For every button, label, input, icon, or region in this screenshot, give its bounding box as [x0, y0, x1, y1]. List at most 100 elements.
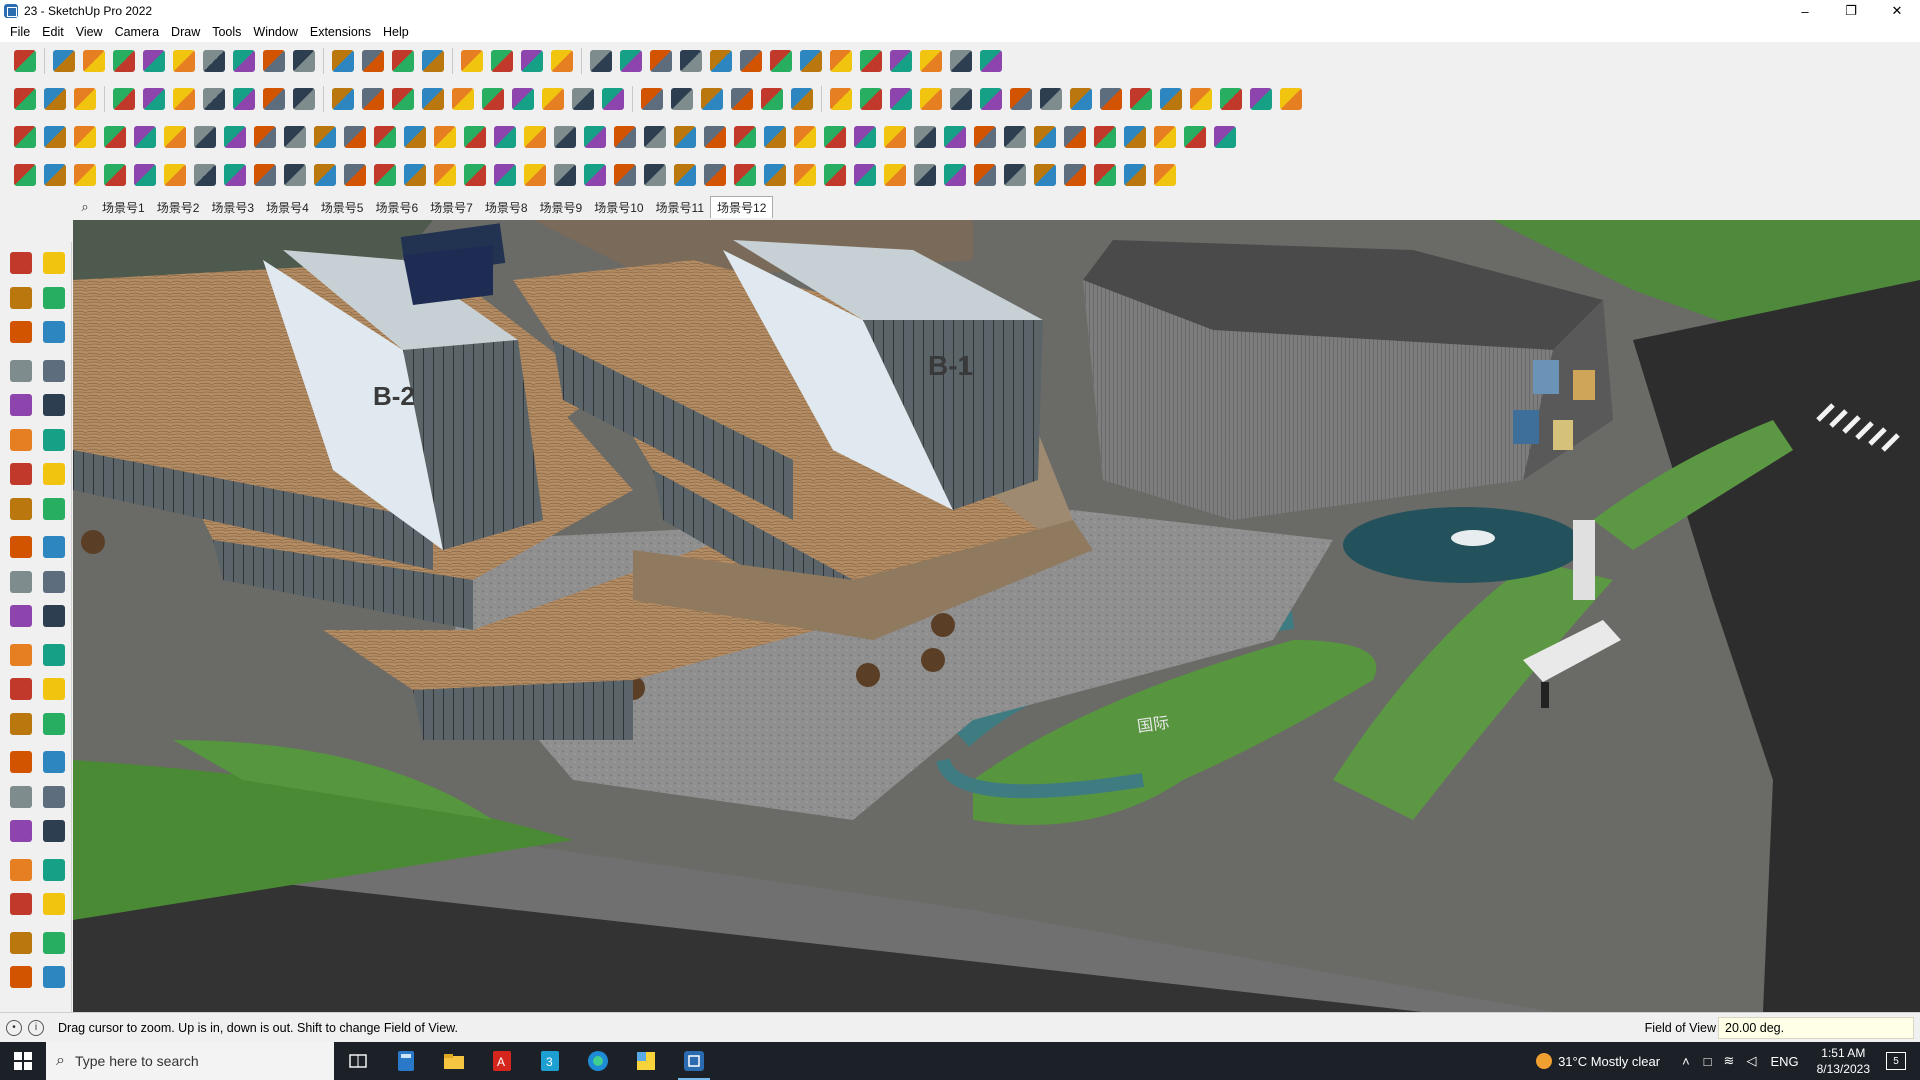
left-tool-tape-measure-icon[interactable] [6, 640, 36, 670]
acrobat-app-icon[interactable]: A [478, 1042, 526, 1080]
plugin-7-icon[interactable] [190, 121, 220, 153]
fog-icon[interactable] [727, 83, 757, 115]
left-tool-scale-icon[interactable] [6, 601, 36, 631]
profile-icon[interactable] [706, 45, 736, 77]
plugin-41-icon[interactable] [1210, 121, 1240, 153]
left-tool-section-plane-icon[interactable] [39, 889, 69, 919]
plugin-38-icon[interactable] [1120, 121, 1150, 153]
clock[interactable]: 1:51 AM 8/13/2023 [1817, 1045, 1870, 1077]
weather-text[interactable]: 31°C Mostly clear [1558, 1054, 1660, 1069]
curve-35-icon[interactable] [1030, 159, 1060, 191]
left-tool-zoom-extents-icon[interactable] [6, 816, 36, 846]
left-tool-layers-icon[interactable] [6, 962, 36, 992]
section-fill-icon[interactable] [259, 83, 289, 115]
solid-tools-icon[interactable] [976, 45, 1006, 77]
curve-17-icon[interactable] [490, 159, 520, 191]
curve-27-icon[interactable] [790, 159, 820, 191]
scene-tab[interactable]: 场景号8 [479, 197, 534, 218]
shape-2-icon[interactable] [826, 83, 856, 115]
plugin-21-icon[interactable] [610, 121, 640, 153]
curve-9-icon[interactable] [250, 159, 280, 191]
curve-4-icon[interactable] [100, 159, 130, 191]
guides-icon[interactable] [697, 83, 727, 115]
curve-28-icon[interactable] [820, 159, 850, 191]
info-icon[interactable]: i [28, 1019, 44, 1036]
plugin-20-icon[interactable] [580, 121, 610, 153]
menu-extensions[interactable]: Extensions [304, 25, 377, 39]
left-tool-zoom-window-icon[interactable] [39, 782, 69, 812]
curve-7-icon[interactable] [190, 159, 220, 191]
share-model-icon[interactable] [766, 45, 796, 77]
curve-19-icon[interactable] [550, 159, 580, 191]
left-tool-rotate-icon[interactable] [6, 567, 36, 597]
notifications-icon[interactable]: 5 [1886, 1052, 1906, 1070]
monochrome-icon[interactable] [478, 83, 508, 115]
start-button[interactable] [0, 1042, 46, 1080]
scene-tab[interactable]: 场景号10 [588, 197, 649, 218]
top-view-icon[interactable] [40, 83, 70, 115]
left-tool-tape-icon[interactable] [39, 317, 69, 347]
curve-26-icon[interactable] [760, 159, 790, 191]
left-tool-follow-me-icon[interactable] [39, 567, 69, 597]
plugin-27-icon[interactable] [790, 121, 820, 153]
edge-browser-icon[interactable] [574, 1042, 622, 1080]
pan-icon[interactable] [487, 45, 517, 77]
textured-icon[interactable] [448, 83, 478, 115]
follow-me-icon[interactable] [229, 45, 259, 77]
plugin-18-icon[interactable] [520, 121, 550, 153]
tape-measure-icon[interactable] [358, 45, 388, 77]
plugin-25-icon[interactable] [730, 121, 760, 153]
tray-chevron-icon[interactable]: ˄ [1682, 1054, 1690, 1069]
curve-33-icon[interactable] [970, 159, 1000, 191]
shadows-icon[interactable] [676, 45, 706, 77]
menu-file[interactable]: File [4, 25, 36, 39]
plugin-40-icon[interactable] [1180, 121, 1210, 153]
left-tool-orbit-icon[interactable] [39, 248, 69, 278]
curve-13-icon[interactable] [370, 159, 400, 191]
menu-edit[interactable]: Edit [36, 25, 70, 39]
left-tool-protractor-icon[interactable] [6, 674, 36, 704]
extension-warehouse-icon[interactable] [796, 45, 826, 77]
language-indicator[interactable]: ENG [1770, 1054, 1798, 1069]
left-tool-arc-icon[interactable] [6, 459, 36, 489]
layers-icon[interactable] [646, 45, 676, 77]
left-tool-freehand-icon[interactable] [39, 356, 69, 386]
scene-tab[interactable]: 场景号11 [650, 197, 710, 218]
paint-bucket-icon[interactable] [418, 45, 448, 77]
plugin-13-icon[interactable] [370, 121, 400, 153]
menu-help[interactable]: Help [377, 25, 415, 39]
plugin-28-icon[interactable] [820, 121, 850, 153]
left-tool-line-icon[interactable] [6, 356, 36, 386]
shape-12-icon[interactable] [1126, 83, 1156, 115]
section-plane-icon[interactable] [199, 83, 229, 115]
curve-22-icon[interactable] [640, 159, 670, 191]
plugin-15-icon[interactable] [430, 121, 460, 153]
plugin-39-icon[interactable] [1150, 121, 1180, 153]
plugin-2-icon[interactable] [40, 121, 70, 153]
left-tool-walk-icon[interactable] [6, 889, 36, 919]
plugin-26-icon[interactable] [760, 121, 790, 153]
shape-10-icon[interactable] [1066, 83, 1096, 115]
back-edges-icon[interactable] [328, 83, 358, 115]
plugin-11-icon[interactable] [310, 121, 340, 153]
plugin-36-icon[interactable] [1060, 121, 1090, 153]
shaded-icon[interactable] [418, 83, 448, 115]
sketchup-app-icon[interactable] [670, 1042, 718, 1080]
scene-tab[interactable]: 场景号1 [96, 197, 151, 218]
curve-8-icon[interactable] [220, 159, 250, 191]
curve-25-icon[interactable] [730, 159, 760, 191]
shape-6-icon[interactable] [946, 83, 976, 115]
left-tool-circle-icon[interactable] [6, 425, 36, 455]
curve-1-icon[interactable] [10, 159, 40, 191]
left-tool-text-icon[interactable] [39, 674, 69, 704]
curve-38-icon[interactable] [1120, 159, 1150, 191]
shape-9-icon[interactable] [1036, 83, 1066, 115]
close-icon[interactable]: ✕ [1874, 0, 1920, 22]
section-cut-icon[interactable] [229, 83, 259, 115]
left-tool-offset-icon[interactable] [39, 601, 69, 631]
curve-6-icon[interactable] [160, 159, 190, 191]
curve-15-icon[interactable] [430, 159, 460, 191]
left-tool-dimension-icon[interactable] [39, 640, 69, 670]
curve-11-icon[interactable] [310, 159, 340, 191]
left-tool-pie-icon[interactable] [6, 494, 36, 524]
